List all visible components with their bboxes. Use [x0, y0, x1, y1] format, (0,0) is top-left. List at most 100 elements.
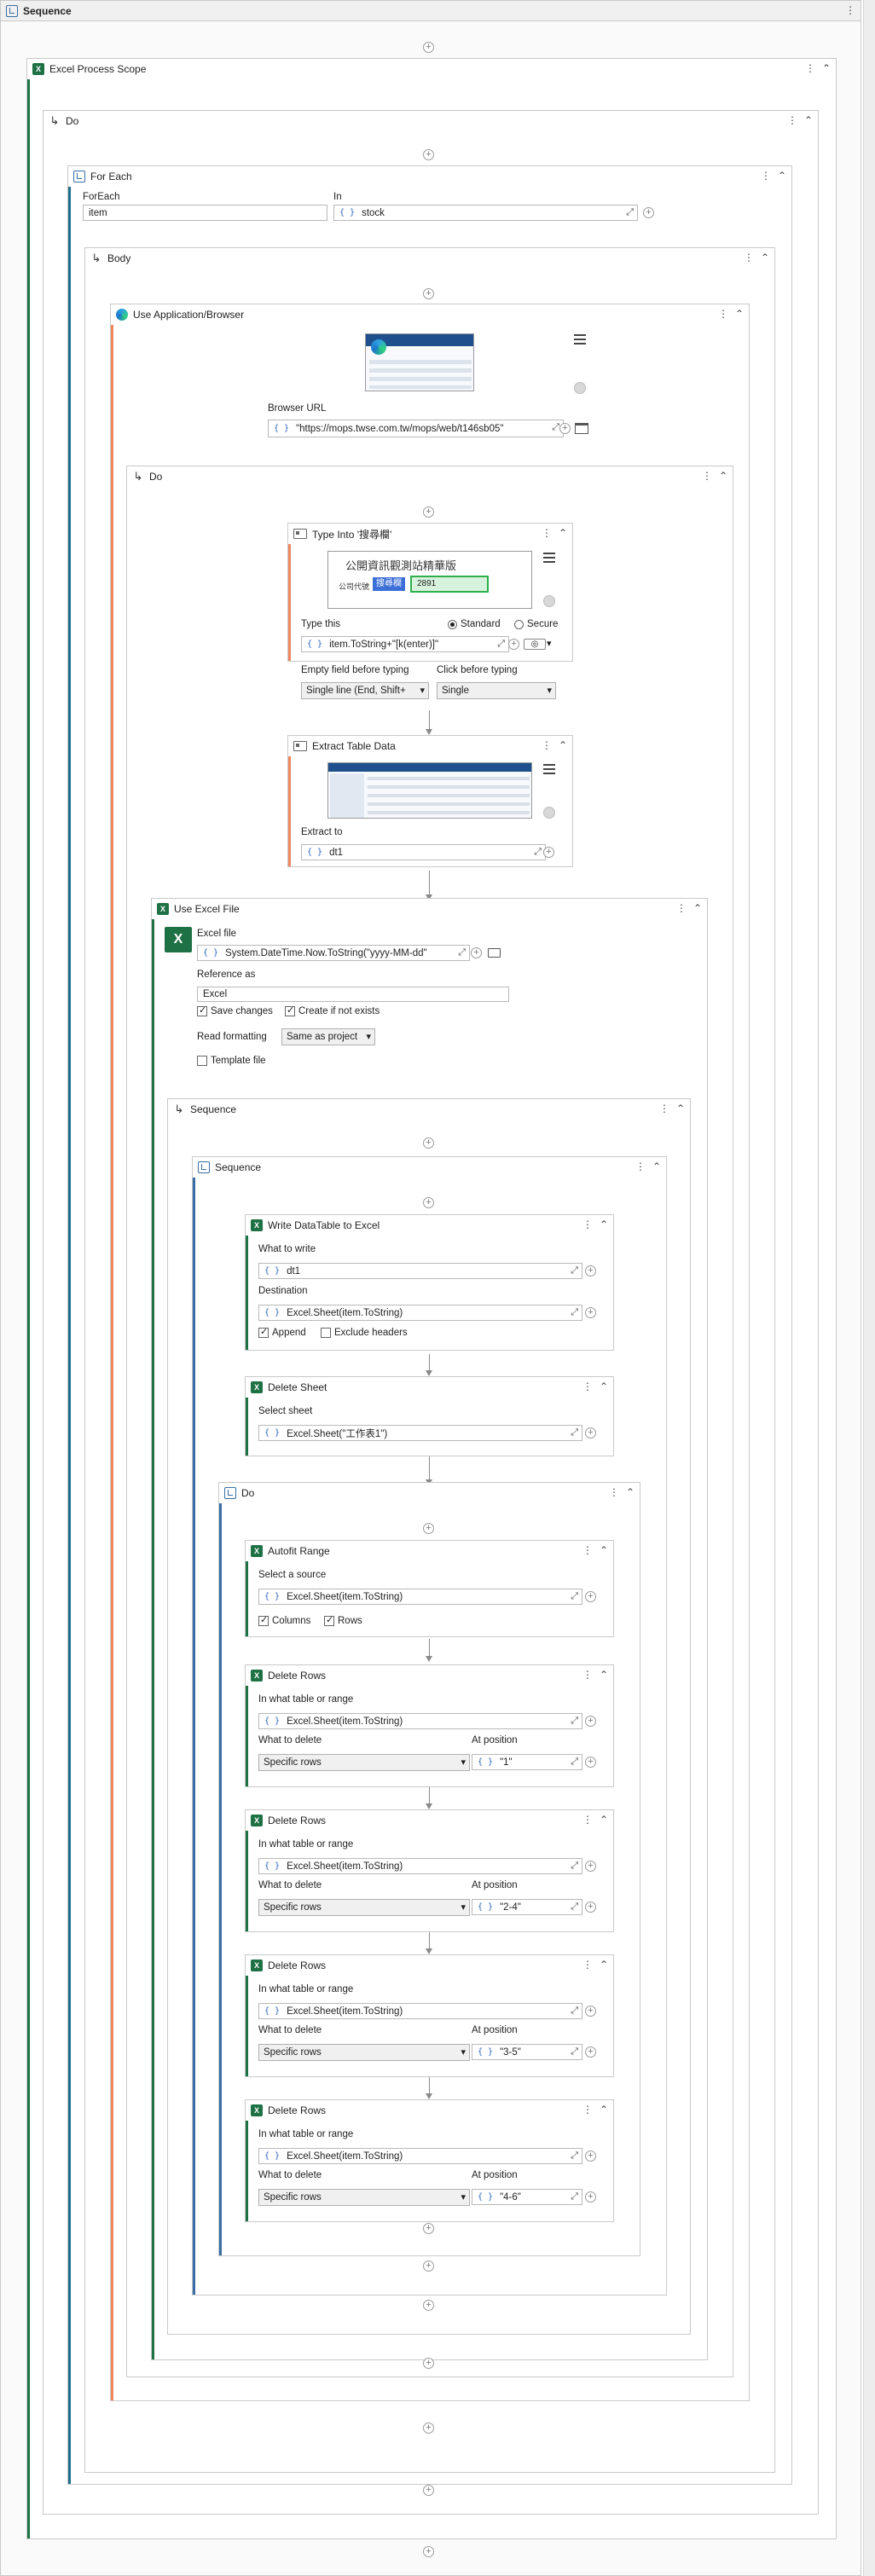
expand-icon[interactable]: ⤢	[571, 1757, 578, 1768]
add-variable-button[interactable]: +	[643, 207, 654, 218]
menu-icon[interactable]: ⋮	[845, 4, 855, 16]
hide-text-icon[interactable]: ◎	[524, 639, 546, 650]
expand-icon[interactable]: ⤢	[626, 207, 634, 218]
collapse-icon[interactable]: ⌃	[761, 252, 769, 263]
sequence-b-header[interactable]: Sequence ⋮ ⌃	[193, 1157, 666, 1178]
add-activity-button[interactable]: +	[423, 1523, 434, 1534]
collapse-icon[interactable]: ⌃	[626, 1486, 635, 1498]
add-variable-button[interactable]: +	[585, 1902, 596, 1913]
collapse-icon[interactable]: ⌃	[559, 527, 567, 539]
click-before-select[interactable]: Single	[437, 682, 556, 699]
menu-icon[interactable]: ⋮	[676, 902, 687, 914]
what-to-delete-select[interactable]: Specific rows	[258, 2044, 470, 2061]
reference-as-field[interactable]: Excel	[197, 987, 509, 1002]
type-into-target-thumbnail[interactable]: 公開資訊觀測站精華版 公司代號 搜尋欄 2891	[327, 551, 532, 609]
add-activity-button[interactable]: +	[423, 507, 434, 518]
table-range-field[interactable]: { } Excel.Sheet(item.ToString) ⤢	[258, 1713, 582, 1729]
folder-icon[interactable]	[488, 948, 501, 958]
add-activity-button[interactable]: +	[423, 2485, 434, 2496]
at-position-field[interactable]: { } "2-4" ⤢	[472, 1899, 582, 1915]
menu-icon[interactable]: ⋮	[542, 527, 552, 539]
at-position-field[interactable]: { } "4-6" ⤢	[472, 2189, 582, 2205]
what-to-write-field[interactable]: { } dt1 ⤢	[258, 1263, 582, 1279]
do-outer-header[interactable]: ↳ Do ⋮ ⌃	[43, 111, 818, 131]
browser-window-icon[interactable]	[575, 423, 588, 434]
autofit-header[interactable]: X Autofit Range ⋮ ⌃	[246, 1541, 613, 1561]
read-formatting-select[interactable]: Same as project	[281, 1028, 375, 1045]
add-variable-button[interactable]: +	[585, 1265, 596, 1276]
collapse-icon[interactable]: ⌃	[600, 2104, 608, 2116]
add-activity-button[interactable]: +	[423, 149, 434, 160]
extract-options-menu-icon[interactable]	[543, 764, 555, 774]
table-range-field[interactable]: { } Excel.Sheet(item.ToString) ⤢	[258, 1858, 582, 1874]
collapse-icon[interactable]: ⌃	[600, 1959, 608, 1971]
collapse-icon[interactable]: ⌃	[559, 739, 567, 751]
menu-icon[interactable]: ⋮	[702, 470, 712, 482]
standard-radio[interactable]: Standard	[448, 619, 501, 629]
do-browser-header[interactable]: ↳ Do ⋮ ⌃	[127, 466, 733, 487]
menu-icon[interactable]: ⋮	[542, 739, 552, 751]
page-scrollbar[interactable]	[863, 0, 875, 2576]
collapse-icon[interactable]: ⌃	[600, 1381, 608, 1392]
extract-table-header[interactable]: Extract Table Data ⋮ ⌃	[288, 736, 572, 756]
collapse-icon[interactable]: ⌃	[735, 308, 744, 320]
delete-sheet-header[interactable]: X Delete Sheet ⋮ ⌃	[246, 1377, 613, 1398]
write-datatable-header[interactable]: X Write DataTable to Excel ⋮ ⌃	[246, 1215, 613, 1236]
collapse-icon[interactable]: ⌃	[778, 170, 786, 182]
add-variable-button[interactable]: +	[585, 1307, 596, 1318]
add-variable-button[interactable]: +	[585, 2006, 596, 2017]
expand-icon[interactable]: ⤢	[571, 2191, 578, 2203]
collapse-icon[interactable]: ⌃	[719, 470, 727, 482]
expand-icon[interactable]: ⤢	[571, 1902, 578, 1913]
add-variable-button[interactable]: +	[585, 1591, 596, 1602]
add-activity-button[interactable]: +	[423, 1197, 434, 1208]
rows-checkbox[interactable]: Rows	[324, 1614, 362, 1626]
body-header[interactable]: ↳ Body ⋮ ⌃	[85, 248, 774, 269]
for-each-header[interactable]: For Each ⋮ ⌃	[68, 166, 791, 187]
expand-icon[interactable]: ⤢	[571, 1307, 578, 1318]
secure-radio[interactable]: Secure	[514, 619, 558, 629]
browser-url-field[interactable]: { } "https://mops.twse.com.tw/mops/web/t…	[268, 420, 564, 437]
add-variable-button[interactable]: +	[543, 847, 554, 858]
add-variable-button[interactable]: +	[585, 2046, 596, 2058]
chevron-down-icon[interactable]: ▾	[547, 638, 552, 649]
expand-icon[interactable]: ⤢	[571, 1427, 578, 1439]
append-checkbox[interactable]: Append	[258, 1326, 306, 1338]
columns-checkbox[interactable]: Columns	[258, 1614, 310, 1626]
template-file-checkbox[interactable]: Template file	[197, 1056, 266, 1066]
what-to-delete-select[interactable]: Specific rows	[258, 2189, 470, 2206]
expand-icon[interactable]: ⤢	[571, 1265, 578, 1276]
select-source-field[interactable]: { } Excel.Sheet(item.ToString) ⤢	[258, 1589, 582, 1605]
create-if-not-exists-checkbox[interactable]: Create if not exists	[285, 1004, 380, 1016]
add-activity-button[interactable]: +	[423, 288, 434, 299]
expand-icon[interactable]: ⤢	[571, 1716, 578, 1727]
extract-to-field[interactable]: { } dt1 ⤢	[301, 844, 546, 860]
menu-icon[interactable]: ⋮	[582, 1669, 593, 1681]
menu-icon[interactable]: ⋮	[609, 1486, 619, 1498]
excel-file-field[interactable]: { } System.DateTime.Now.ToString("yyyy-M…	[197, 945, 470, 961]
indicate-target-icon[interactable]	[543, 807, 555, 819]
add-activity-button[interactable]: +	[423, 2300, 434, 2311]
add-activity-button[interactable]: +	[423, 2546, 434, 2557]
menu-icon[interactable]: ⋮	[718, 308, 728, 320]
at-position-field[interactable]: { } "3-5" ⤢	[472, 2044, 582, 2060]
table-range-field[interactable]: { } Excel.Sheet(item.ToString) ⤢	[258, 2148, 582, 2164]
sequence-a-header[interactable]: ↳ Sequence ⋮ ⌃	[168, 1099, 690, 1120]
use-excel-header[interactable]: X Use Excel File ⋮ ⌃	[152, 899, 707, 919]
collapse-icon[interactable]: ⌃	[693, 902, 702, 914]
delete-rows-header[interactable]: X Delete Rows ⋮ ⌃	[246, 1665, 613, 1686]
add-variable-button[interactable]: +	[585, 1861, 596, 1872]
add-activity-button[interactable]: +	[423, 1137, 434, 1149]
menu-icon[interactable]: ⋮	[744, 252, 754, 263]
menu-icon[interactable]: ⋮	[761, 170, 771, 182]
expand-icon[interactable]: ⤢	[571, 1861, 578, 1872]
menu-icon[interactable]: ⋮	[582, 1814, 593, 1826]
type-into-header[interactable]: Type Into '搜尋欄' ⋮ ⌃	[288, 524, 572, 544]
add-activity-button[interactable]: +	[423, 2261, 434, 2272]
add-activity-button[interactable]: +	[423, 42, 434, 53]
indicate-target-icon[interactable]	[543, 595, 555, 607]
menu-icon[interactable]: ⋮	[787, 114, 797, 126]
save-changes-checkbox[interactable]: Save changes	[197, 1004, 273, 1016]
foreach-item-field[interactable]: item	[83, 205, 327, 221]
exclude-headers-checkbox[interactable]: Exclude headers	[321, 1328, 408, 1338]
